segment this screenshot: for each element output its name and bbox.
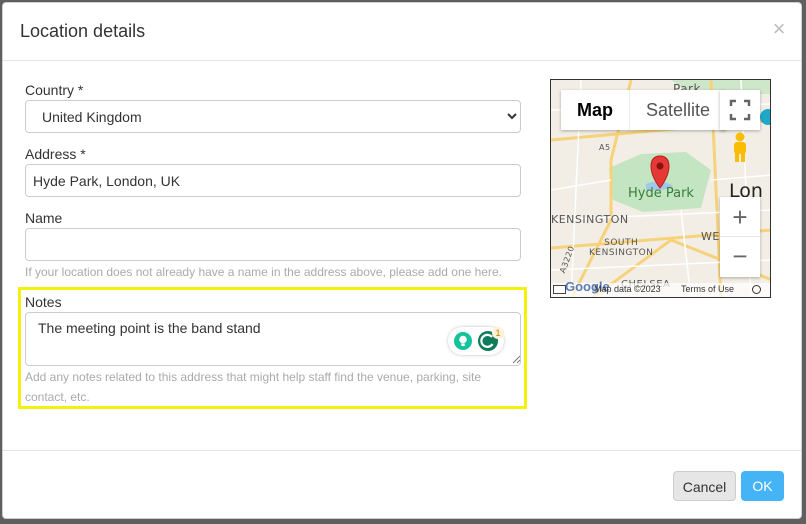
name-help-text: If your location does not already have a… (25, 265, 502, 279)
map-label-west: WE (701, 230, 720, 243)
lightbulb-icon[interactable] (454, 332, 472, 350)
suggestion-count-badge: 1 (492, 327, 504, 339)
notes-help-text: Add any notes related to this address th… (25, 370, 482, 404)
keyboard-icon[interactable] (553, 285, 566, 294)
terms-of-use-link[interactable]: Terms of Use (681, 284, 734, 294)
notes-textarea[interactable]: The meeting point is the band stand (25, 312, 521, 366)
map-label-kensington: KENSINGTON (551, 213, 629, 226)
map-label-road-a5: A5 (599, 143, 611, 152)
ok-button[interactable]: OK (741, 471, 784, 501)
modal-header: Location details × (3, 3, 801, 61)
report-error-icon[interactable] (752, 285, 761, 294)
name-label: Name (25, 210, 63, 226)
grammar-assistant-widget[interactable]: 1 (448, 327, 504, 355)
pegman-icon[interactable] (726, 130, 754, 164)
fullscreen-button[interactable] (720, 90, 760, 130)
location-details-modal: Location details × Country * United King… (2, 2, 802, 519)
map-label-hyde-park: Hyde Park (628, 186, 694, 201)
zoom-control: + − (720, 197, 760, 277)
fullscreen-icon (729, 99, 751, 121)
zoom-out-button[interactable]: − (720, 237, 760, 277)
map-type-satellite-button[interactable]: Satellite (630, 90, 726, 130)
map-label-south-kensington: SOUTH KENSINGTON (589, 238, 654, 258)
map-footer: Google Map data ©2023 Terms of Use (551, 279, 770, 297)
zoom-in-button[interactable]: + (720, 197, 760, 237)
country-select[interactable]: United Kingdom (25, 100, 521, 133)
country-label: Country * (25, 82, 84, 98)
close-button[interactable]: × (769, 18, 789, 40)
modal-footer: Cancel OK (3, 450, 801, 518)
cancel-button[interactable]: Cancel (673, 471, 736, 501)
map-data-text: Map data ©2023 (594, 284, 661, 294)
resize-grip-icon[interactable] (512, 355, 521, 364)
address-input[interactable] (25, 164, 521, 197)
map-type-control: Map Satellite (561, 90, 727, 130)
map-widget[interactable]: Park Hyde Park Lon KENSINGTON SOUTH KENS… (550, 79, 771, 298)
map-type-map-button[interactable]: Map (561, 90, 630, 130)
name-input[interactable] (25, 228, 521, 261)
notes-label: Notes (25, 294, 62, 310)
address-label: Address * (25, 146, 86, 162)
modal-title: Location details (20, 21, 146, 41)
